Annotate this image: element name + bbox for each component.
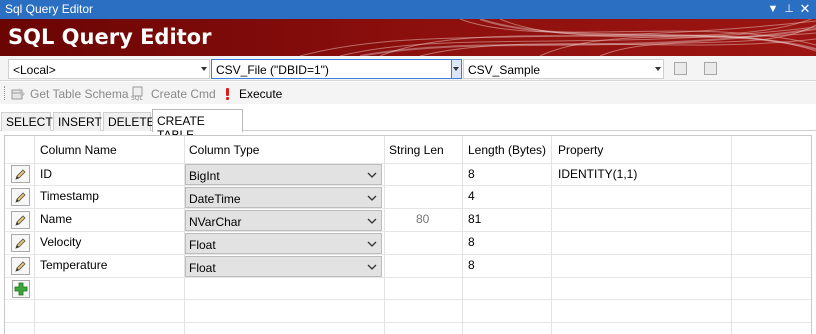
header-string-len[interactable]: String Len [389, 143, 444, 157]
get-table-schema-button[interactable]: Get Table Schema [11, 85, 129, 102]
close-icon[interactable]: ✕ [798, 1, 812, 17]
execute-button[interactable]: Execute [224, 85, 282, 102]
table-cell-name[interactable]: Temperature [40, 258, 107, 272]
svg-text:SQL: SQL [131, 95, 144, 101]
column-type-select[interactable]: Float [185, 233, 382, 254]
column-type-select[interactable]: Float [185, 256, 382, 277]
pencil-icon [15, 169, 26, 180]
table-schema-icon [11, 87, 25, 99]
toolbar-grip [4, 86, 5, 100]
column-type-select[interactable]: NVarChar [185, 210, 382, 231]
server-select-value: <Local> [13, 63, 56, 77]
pencil-icon [15, 215, 26, 226]
pin-icon[interactable]: ⊥ [782, 1, 796, 17]
edit-row-button[interactable] [11, 165, 30, 183]
table-cell-name[interactable]: ID [40, 167, 52, 181]
tab-insert[interactable]: INSERT [53, 112, 102, 131]
pencil-icon [15, 192, 26, 203]
tab-delete[interactable]: DELETE [103, 112, 155, 131]
table-cell-string-len[interactable]: 80 [416, 212, 429, 226]
chevron-down-icon [367, 195, 377, 201]
edit-row-button[interactable] [11, 257, 30, 275]
chevron-down-icon [655, 67, 661, 71]
table-select[interactable]: CSV_Sample [463, 59, 664, 79]
grid-icon[interactable] [704, 62, 717, 75]
column-type-value: DateTime [189, 192, 241, 206]
column-type-value: NVarChar [189, 215, 242, 229]
copy-icon[interactable] [674, 62, 687, 75]
server-select[interactable]: <Local> [8, 59, 210, 79]
database-dropdown-button[interactable] [451, 60, 461, 78]
toolbar: Get Table Schema SQL Create Cmd Execute [0, 82, 816, 104]
table-cell-length: 4 [468, 189, 475, 203]
add-row-button[interactable] [12, 280, 30, 298]
plus-icon [14, 282, 28, 296]
table-cell-length: 81 [468, 212, 482, 226]
table-cell-name[interactable]: Velocity [40, 235, 81, 249]
sql-icon: SQL [131, 86, 144, 101]
chevron-down-icon [367, 172, 377, 178]
table-cell-property[interactable]: IDENTITY(1,1) [558, 167, 637, 181]
window-titlebar: Sql Query Editor ▼ ⊥ ✕ [0, 0, 816, 19]
chevron-down-icon [367, 218, 377, 224]
create-cmd-label: Create Cmd [151, 86, 216, 101]
database-select-value: CSV_File ("DBID=1") [216, 63, 329, 77]
table-select-value: CSV_Sample [468, 63, 541, 77]
column-type-value: BigInt [189, 169, 220, 183]
header-column-name[interactable]: Column Name [40, 143, 117, 157]
chevron-down-icon [201, 67, 207, 71]
exclamation-icon [226, 87, 229, 100]
table-cell-length: 8 [468, 258, 475, 272]
database-select[interactable]: CSV_File ("DBID=1") [211, 59, 462, 79]
header-column-type[interactable]: Column Type [189, 143, 259, 157]
chevron-down-icon [367, 241, 377, 247]
tab-select[interactable]: SELECT [1, 112, 53, 131]
get-table-schema-label: Get Table Schema [30, 86, 129, 101]
column-type-select[interactable]: DateTime [185, 187, 382, 208]
pencil-icon [15, 261, 26, 272]
edit-row-button[interactable] [11, 211, 30, 229]
table-cell-name[interactable]: Name [40, 212, 72, 226]
header-length-bytes[interactable]: Length (Bytes) [468, 143, 546, 157]
banner-title: SQL Query Editor [8, 25, 212, 49]
chevron-down-icon [453, 67, 459, 71]
create-cmd-button[interactable]: SQL Create Cmd [131, 85, 216, 102]
column-type-select[interactable]: BigInt [185, 164, 382, 185]
table-cell-length: 8 [468, 167, 475, 181]
column-type-value: Float [189, 238, 216, 252]
table-cell-length: 8 [468, 235, 475, 249]
tab-create-table[interactable]: CREATE TABLE [152, 109, 243, 142]
column-definition-grid: Column Name Column Type String Len Lengt… [4, 135, 812, 334]
edit-row-button[interactable] [11, 234, 30, 252]
chevron-down-icon [367, 264, 377, 270]
execute-label: Execute [239, 86, 283, 101]
connection-selector-row: <Local> CSV_File ("DBID=1") CSV_Sample [0, 56, 816, 81]
dropdown-arrow-icon[interactable]: ▼ [766, 1, 780, 17]
app-banner: SQL Query Editor [0, 19, 816, 56]
edit-row-button[interactable] [11, 188, 30, 206]
query-tabs: SELECT INSERT DELETE CREATE TABLE [0, 109, 816, 142]
table-cell-name[interactable]: Timestamp [40, 189, 99, 203]
window-title: Sql Query Editor [5, 2, 94, 16]
column-type-value: Float [189, 261, 216, 275]
header-property[interactable]: Property [558, 143, 603, 157]
pencil-icon [15, 238, 26, 249]
